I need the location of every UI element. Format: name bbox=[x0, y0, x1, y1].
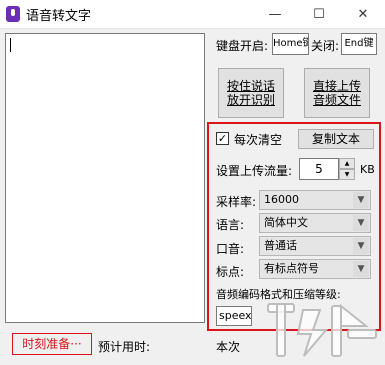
title-bar: 语音转文字 — ☐ ✕ bbox=[0, 0, 385, 29]
timer-status: 时刻准备··· bbox=[12, 333, 92, 355]
press-to-talk-line1: 按住说话 bbox=[226, 79, 275, 93]
upload-flow-unit: KB bbox=[360, 163, 375, 176]
spin-down-icon[interactable]: ▼ bbox=[339, 169, 355, 180]
upload-flow-input[interactable]: 5 bbox=[299, 158, 339, 180]
upload-audio-line1: 直接上传 bbox=[312, 79, 361, 93]
start-hotkey-field[interactable]: Home键 bbox=[272, 33, 309, 55]
sample-rate-value: 16000 bbox=[264, 193, 299, 206]
minimize-button[interactable]: — bbox=[253, 0, 297, 29]
clear-each-time-label: 每次清空 bbox=[234, 133, 283, 147]
upload-audio-line2: 音频文件 bbox=[312, 93, 361, 107]
upload-audio-button[interactable]: 直接上传 音频文件 bbox=[304, 68, 370, 118]
language-select[interactable]: 简体中文 ▼ bbox=[259, 213, 371, 233]
chevron-down-icon: ▼ bbox=[353, 238, 369, 254]
press-to-talk-line2: 放开识别 bbox=[226, 93, 275, 107]
language-label: 语言: bbox=[216, 218, 245, 232]
punctuation-select[interactable]: 有标点符号 ▼ bbox=[259, 259, 371, 279]
punctuation-label: 标点: bbox=[216, 265, 245, 279]
chevron-down-icon: ▼ bbox=[353, 192, 369, 208]
watermark-logo bbox=[248, 296, 385, 362]
punctuation-value: 有标点符号 bbox=[264, 262, 319, 275]
chevron-down-icon: ▼ bbox=[353, 215, 369, 231]
close-button[interactable]: ✕ bbox=[341, 0, 385, 29]
stop-hotkey-field[interactable]: End键 bbox=[341, 33, 377, 55]
upload-flow-label: 设置上传流量: bbox=[216, 164, 293, 178]
codec-select[interactable]: speex bbox=[216, 306, 252, 326]
this-time-label: 本次 bbox=[216, 340, 241, 354]
estimated-time-label: 预计用时: bbox=[98, 340, 151, 354]
sample-rate-select[interactable]: 16000 ▼ bbox=[259, 190, 371, 210]
text-caret bbox=[10, 38, 11, 52]
accent-label: 口音: bbox=[216, 242, 245, 256]
chevron-down-icon: ▼ bbox=[353, 261, 369, 277]
maximize-button[interactable]: ☐ bbox=[297, 0, 341, 29]
keyboard-stop-label: 关闭: bbox=[311, 39, 340, 53]
press-to-talk-button[interactable]: 按住说话 放开识别 bbox=[218, 68, 284, 118]
spin-up-icon[interactable]: ▲ bbox=[339, 158, 355, 169]
watermark-logo-graphic bbox=[267, 303, 377, 357]
window-title: 语音转文字 bbox=[26, 9, 92, 24]
sample-rate-label: 采样率: bbox=[216, 195, 257, 209]
accent-select[interactable]: 普通话 ▼ bbox=[259, 236, 371, 256]
keyboard-start-label: 键盘开启: bbox=[216, 39, 269, 53]
clear-each-time-checkbox[interactable]: ✓ bbox=[216, 132, 229, 145]
accent-value: 普通话 bbox=[264, 239, 297, 252]
microphone-app-icon bbox=[6, 6, 20, 22]
language-value: 简体中文 bbox=[264, 216, 308, 229]
copy-text-button[interactable]: 复制文本 bbox=[298, 129, 374, 149]
recognized-text-area[interactable] bbox=[5, 33, 205, 323]
